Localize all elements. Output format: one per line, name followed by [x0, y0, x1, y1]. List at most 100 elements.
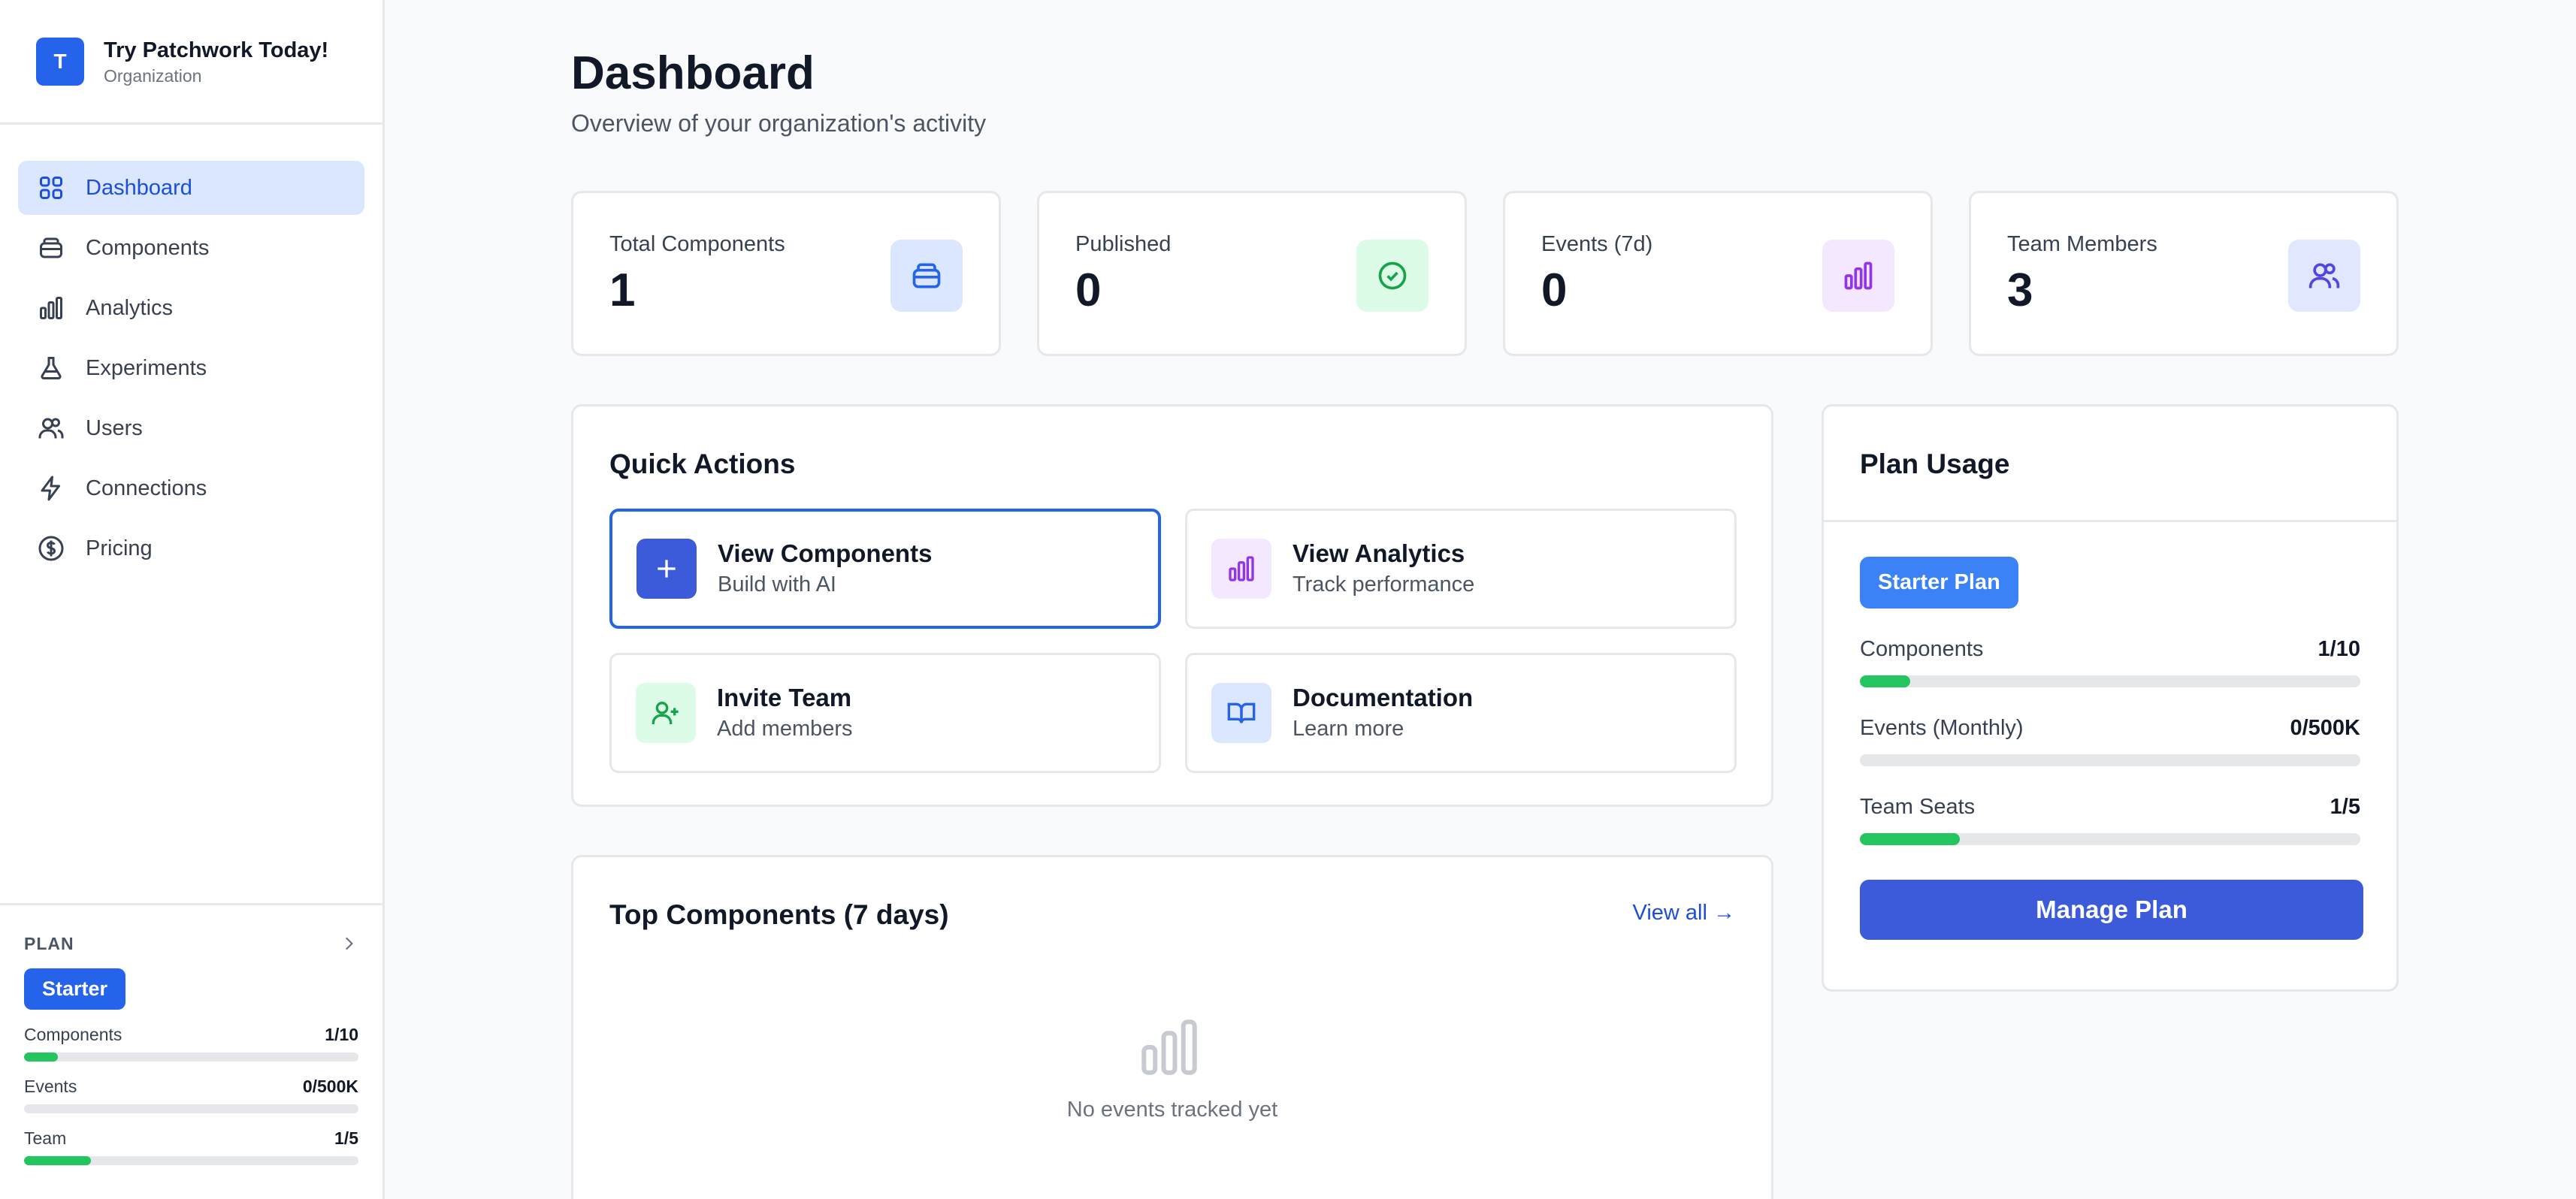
qa-icon-wrap — [1211, 539, 1271, 599]
plan-usage-row: Events (Monthly) 0/500K — [1860, 716, 2360, 766]
quick-actions-card: Quick Actions View Components Build with… — [571, 404, 1773, 807]
quick-action-invite-team[interactable]: Invite Team Add members — [609, 653, 1161, 773]
stat-value: 0 — [1541, 264, 1568, 316]
usage-bar-fill — [1860, 675, 1910, 687]
usage-value: 1/10 — [2317, 637, 2360, 661]
quick-action-documentation[interactable]: Documentation Learn more — [1185, 653, 1737, 773]
plan-usage-card: Plan Usage Starter Plan Components 1/10 E… — [1822, 404, 2399, 992]
view-all-link[interactable]: View all → — [1633, 901, 1735, 926]
user-plus-icon — [652, 702, 679, 724]
quick-actions-title: Quick Actions — [609, 448, 796, 479]
plan-usage-row: Components 1/10 — [24, 1025, 358, 1062]
qa-title: View Components — [718, 539, 933, 567]
qa-subtitle: Learn more — [1293, 717, 1404, 741]
stat-label: Total Components — [609, 232, 785, 256]
sidebar-item-label: Users — [86, 415, 143, 440]
usage-label: Team — [24, 1128, 67, 1148]
stat-card-team-members: Team Members 3 — [1969, 191, 2399, 356]
sidebar-item-label: Components — [86, 235, 210, 260]
users-icon — [2308, 263, 2340, 288]
usage-label: Components — [1860, 637, 1984, 661]
usage-value: 1/5 — [334, 1128, 358, 1148]
sidebar-item-users[interactable]: Users — [18, 401, 364, 455]
dollar-circle-icon — [38, 536, 64, 561]
sidebar-item-label: Connections — [86, 476, 207, 500]
org-name: Try Patchwork Today! — [104, 38, 329, 62]
bar-chart-icon — [1141, 1019, 1197, 1075]
sidebar-item-dashboard[interactable]: Dashboard — [18, 161, 364, 215]
qa-icon-wrap — [636, 683, 696, 743]
stat-icon-wrap — [1356, 240, 1429, 312]
usage-bar — [24, 1053, 358, 1062]
stat-value: 1 — [609, 264, 636, 316]
sidebar-item-label: Analytics — [86, 295, 174, 320]
usage-label: Events — [24, 1077, 77, 1096]
book-open-icon — [1227, 702, 1256, 723]
manage-plan-button[interactable]: Manage Plan — [1860, 880, 2363, 940]
usage-label: Team Seats — [1860, 795, 1976, 819]
stat-card-published: Published 0 — [1037, 191, 1467, 356]
sidebar-item-analytics[interactable]: Analytics — [18, 281, 364, 335]
sidebar-nav: Dashboard Components Analytics Experimen… — [0, 125, 382, 575]
bar-chart-icon — [1844, 261, 1873, 290]
box-icon — [40, 237, 62, 258]
usage-bar — [1860, 675, 2360, 687]
org-avatar: T — [36, 37, 84, 86]
quick-action-view-components[interactable]: View Components Build with AI — [609, 509, 1161, 629]
plan-usage-row: Events 0/500K — [24, 1077, 358, 1113]
stat-label: Team Members — [2007, 232, 2157, 256]
page-subtitle: Overview of your organization's activity — [571, 110, 987, 137]
sidebar-item-components[interactable]: Components — [18, 221, 364, 275]
usage-bar-fill — [24, 1156, 91, 1165]
sidebar-item-pricing[interactable]: Pricing — [18, 521, 364, 575]
qa-subtitle: Build with AI — [718, 572, 836, 596]
usage-value: 0/500K — [2290, 716, 2360, 740]
plus-icon — [658, 560, 676, 578]
plan-usage-row: Team 1/5 — [24, 1128, 358, 1165]
stat-icon-wrap — [2288, 240, 2360, 312]
sidebar-item-connections[interactable]: Connections — [18, 461, 364, 515]
sidebar-plan[interactable]: PLAN Starter Components 1/10 Events 0/500K… — [0, 903, 382, 1199]
usage-label: Components — [24, 1025, 122, 1044]
stat-label: Published — [1075, 232, 1172, 256]
usage-bar-fill — [1860, 833, 1961, 845]
zap-icon — [41, 476, 60, 501]
chevron-right-icon[interactable] — [339, 934, 358, 953]
bar-chart-icon — [40, 297, 62, 319]
plan-badge: Starter Plan — [1860, 557, 2018, 609]
plan-badge: Starter — [24, 968, 126, 1010]
sidebar-item-experiments[interactable]: Experiments — [18, 341, 364, 395]
empty-state-text: No events tracked yet — [1066, 1098, 1278, 1122]
plan-usage-row: Team Seats 1/5 — [1860, 795, 2360, 845]
page-title: Dashboard — [571, 47, 815, 99]
bar-chart-icon — [1229, 556, 1254, 581]
sidebar: T Try Patchwork Today! Organization Dash… — [0, 0, 385, 1199]
qa-title: Invite Team — [717, 684, 852, 711]
flask-icon — [41, 357, 62, 379]
plan-usage-row: Components 1/10 — [1860, 637, 2360, 687]
quick-action-view-analytics[interactable]: View Analytics Track performance — [1185, 509, 1737, 629]
usage-value: 1/10 — [325, 1025, 358, 1044]
check-circle-icon — [1378, 261, 1407, 290]
qa-title: Documentation — [1293, 684, 1474, 711]
org-subtitle: Organization — [104, 65, 202, 86]
usage-bar — [24, 1156, 358, 1165]
sidebar-item-label: Experiments — [86, 355, 207, 380]
qa-title: View Analytics — [1293, 539, 1465, 567]
stat-card-total-components: Total Components 1 — [571, 191, 1001, 356]
stat-value: 3 — [2007, 264, 2033, 316]
plan-usage-title: Plan Usage — [1860, 448, 2010, 479]
stat-icon-wrap — [890, 240, 963, 312]
grid-icon — [40, 177, 62, 199]
stat-value: 0 — [1075, 264, 1102, 316]
users-icon — [38, 418, 64, 439]
top-components-title: Top Components (7 days) — [609, 899, 949, 930]
org-switcher[interactable]: T Try Patchwork Today! Organization — [0, 0, 382, 125]
plan-label: PLAN — [24, 933, 74, 953]
sidebar-item-label: Dashboard — [86, 175, 192, 200]
sidebar-item-label: Pricing — [86, 536, 153, 560]
qa-subtitle: Track performance — [1293, 572, 1475, 596]
qa-icon-wrap — [1211, 683, 1271, 743]
stat-icon-wrap — [1822, 240, 1894, 312]
qa-icon-wrap — [636, 539, 697, 599]
